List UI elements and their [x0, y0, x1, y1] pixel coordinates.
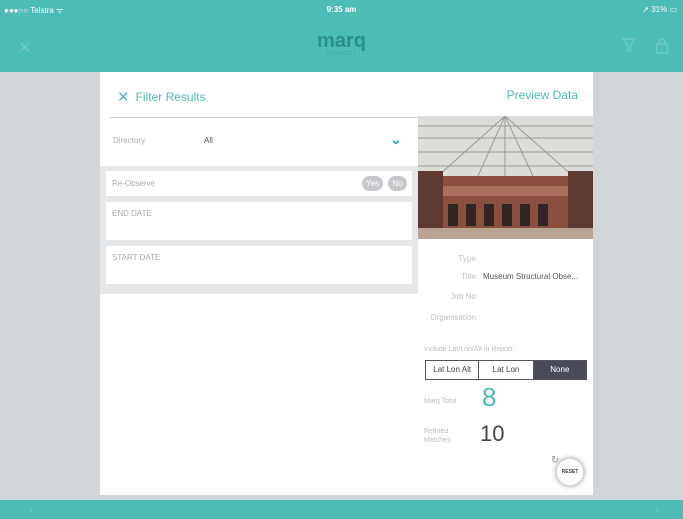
logo-subtext: CONNECT [325, 51, 358, 57]
logo-text: marq [317, 30, 366, 52]
chevron-down-icon[interactable]: ⌄ [390, 131, 402, 148]
close-filter-icon[interactable]: ✕ [117, 89, 130, 106]
marq-total-value: 8 [482, 382, 497, 412]
clock-label: 9:35 am [326, 5, 357, 14]
reset-icon: ↻ [551, 455, 560, 466]
top-navigation-bar: ●●●○○ Telstra ᯤ 9:35 am ➚ 31% ▭ ✕ marq C… [0, 0, 683, 72]
filter-results-title[interactable]: ✕ Filter Results [117, 88, 206, 106]
none-option[interactable]: None [533, 361, 587, 379]
lat-lon-option[interactable]: Lat Lon [479, 361, 534, 379]
directory-select[interactable]: Directory All ⌄ [100, 118, 418, 162]
status-bar: ●●●○○ Telstra ᯤ 9:35 am ➚ 31% ▭ [0, 0, 683, 18]
filter-icon[interactable] [621, 38, 637, 57]
filter-fields-panel: Re-Observe Yes No END DATE START DATE [100, 166, 418, 294]
include-lat-lon-label: Include Lat/Lon/Alt in Report: [424, 346, 515, 353]
type-label: Type: [458, 254, 478, 263]
reset-label: RESET [561, 469, 579, 475]
re-observe-row: Re-Observe Yes No [106, 171, 412, 196]
modal-header: ✕ Filter Results Preview Data [100, 72, 593, 117]
refined-matches-label: Refined Matches [424, 428, 451, 444]
end-date-label: END DATE [112, 209, 152, 218]
refined-matches-value: 10 [480, 421, 505, 446]
app-logo: marq CONNECT [0, 30, 683, 57]
project-photo [418, 116, 593, 239]
start-date-label: START DATE [112, 253, 161, 262]
no-toggle-button[interactable]: No [388, 176, 407, 191]
lat-lon-segmented-control: Lat Lon Alt Lat Lon None [425, 360, 587, 380]
marq-total-label: Marq Total [424, 398, 457, 405]
directory-label: Directory [113, 136, 146, 145]
filter-title-label: Filter Results [135, 90, 206, 104]
re-observe-label: Re-Observe [112, 179, 156, 188]
reset-button[interactable]: ↻ RESET [551, 455, 585, 487]
bottom-bar: ‹ › [0, 500, 683, 519]
yes-toggle-button[interactable]: Yes [362, 176, 383, 191]
directory-value: All [204, 136, 213, 145]
job-no-label: Job No: [450, 292, 478, 301]
lock-icon[interactable] [655, 38, 669, 59]
title-label: Title: [460, 272, 478, 281]
battery-label: ➚ 31% ▭ [642, 5, 677, 14]
lat-lon-alt-option[interactable]: Lat Lon Alt [426, 361, 480, 379]
next-arrow-icon[interactable]: › [655, 503, 659, 517]
filter-results-modal: ✕ Filter Results Preview Data Directory A… [100, 72, 593, 495]
prev-arrow-icon[interactable]: ‹ [30, 503, 34, 517]
start-date-field[interactable]: START DATE [106, 246, 412, 284]
end-date-field[interactable]: END DATE [106, 202, 412, 240]
preview-data-link[interactable]: Preview Data [507, 88, 578, 102]
title-value: Museum Structural Obse... [483, 272, 579, 281]
organisation-label: Organisation: [430, 313, 478, 322]
